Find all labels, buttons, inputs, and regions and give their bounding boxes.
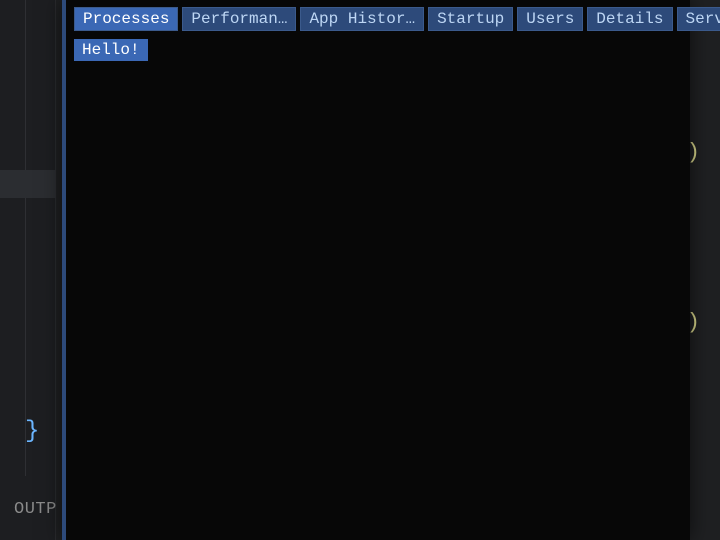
current-line-highlight — [0, 170, 56, 198]
tab-users[interactable]: Users — [517, 7, 583, 31]
output-panel-label: OUTP — [14, 500, 57, 519]
tab-startup[interactable]: Startup — [428, 7, 513, 31]
tab-app-history[interactable]: App Histor… — [300, 7, 424, 31]
task-manager-panel: Processes Performan… App Histor… Startup… — [62, 0, 690, 540]
content-cell[interactable]: Hello! — [74, 39, 148, 61]
tabbar: Processes Performan… App Histor… Startup… — [66, 0, 690, 33]
panel-body: Hello! — [66, 33, 690, 67]
tab-services[interactable]: Services — [677, 7, 720, 31]
editor-gutter — [0, 0, 56, 540]
tab-details[interactable]: Details — [587, 7, 672, 31]
code-brace: } — [25, 418, 39, 445]
tab-processes[interactable]: Processes — [74, 7, 178, 31]
tab-performance[interactable]: Performan… — [182, 7, 296, 31]
indent-guide — [25, 0, 26, 476]
